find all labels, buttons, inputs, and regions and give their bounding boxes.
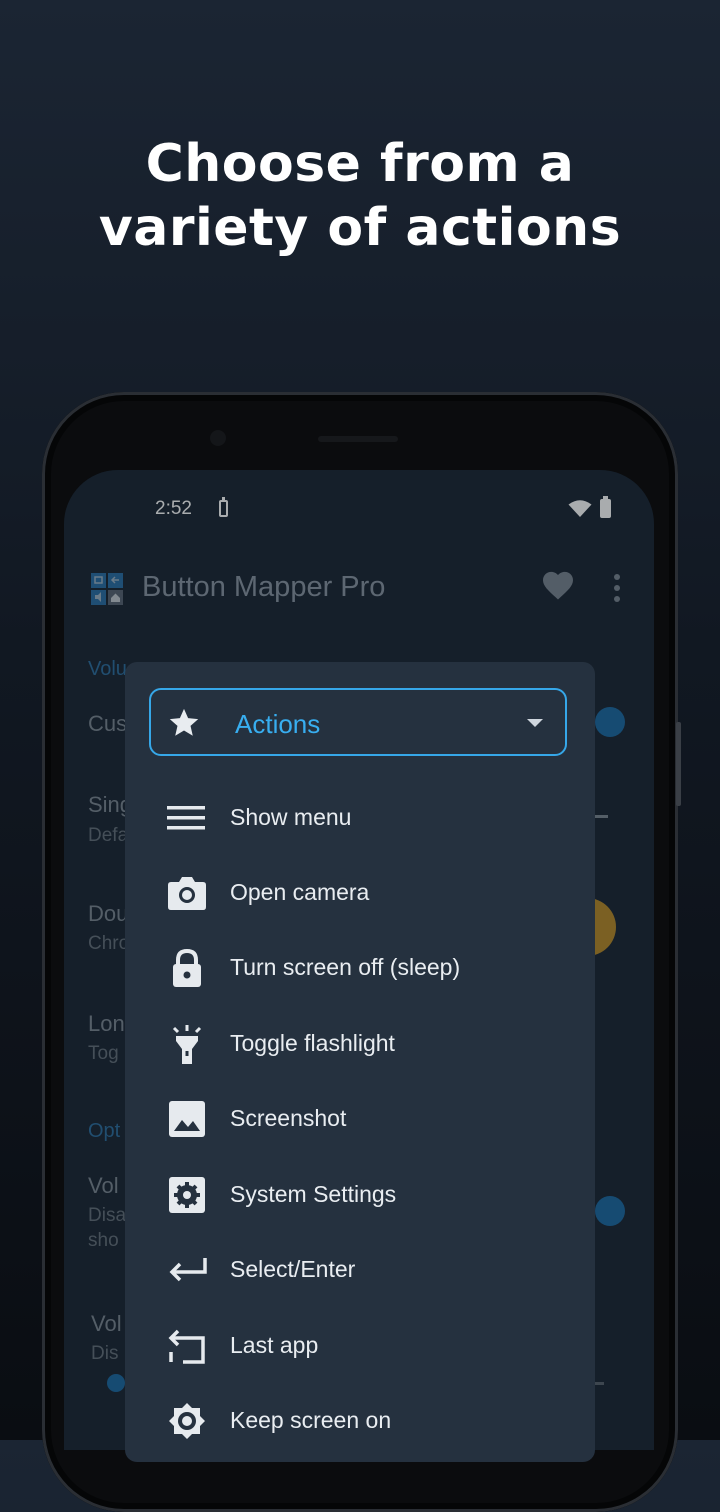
lock-icon [173,948,201,987]
action-label: Last app [230,1332,319,1358]
brightness-icon [169,1403,205,1439]
promo-headline: Choose from a variety of actions [0,132,720,260]
chevron-down-icon [527,719,543,727]
star-icon [169,708,199,736]
front-camera [210,430,226,446]
settings-icon [169,1177,205,1213]
action-open-camera[interactable]: Open camera [125,855,595,930]
action-show-menu[interactable]: Show menu [125,780,595,855]
action-system-settings[interactable]: System Settings [125,1157,595,1232]
action-last-app[interactable]: Last app [125,1308,595,1383]
enter-icon [169,1258,207,1282]
action-screenshot[interactable]: Screenshot [125,1081,595,1156]
action-label: Keep screen on [230,1407,392,1433]
last-app-icon [168,1329,205,1364]
action-keep-screen-on[interactable]: Keep screen on [125,1383,595,1458]
action-toggle-flashlight[interactable]: Toggle flashlight [125,1006,595,1081]
action-turn-screen-off[interactable]: Turn screen off (sleep) [125,930,595,1005]
dropdown-selected-value: Actions [235,709,321,739]
flashlight-icon [172,1025,202,1064]
action-label: Show menu [230,804,352,830]
phone-side-button [676,722,681,806]
action-select-enter[interactable]: Select/Enter [125,1232,595,1307]
menu-icon [167,806,205,830]
promo-line-2: variety of actions [98,198,622,258]
action-category-dropdown[interactable]: Actions [149,688,567,756]
actions-dialog: Actions Show menu Open camera Turn scree… [125,662,595,1462]
action-label: System Settings [230,1181,397,1207]
action-label: Turn screen off (sleep) [230,954,461,980]
camera-icon [168,877,206,910]
promo-line-1: Choose from a [145,134,575,194]
phone-earpiece [318,436,398,442]
action-label: Select/Enter [230,1256,356,1282]
image-icon [169,1101,205,1137]
action-label: Open camera [230,879,370,905]
action-label: Toggle flashlight [230,1030,395,1056]
action-label: Screenshot [230,1105,347,1131]
